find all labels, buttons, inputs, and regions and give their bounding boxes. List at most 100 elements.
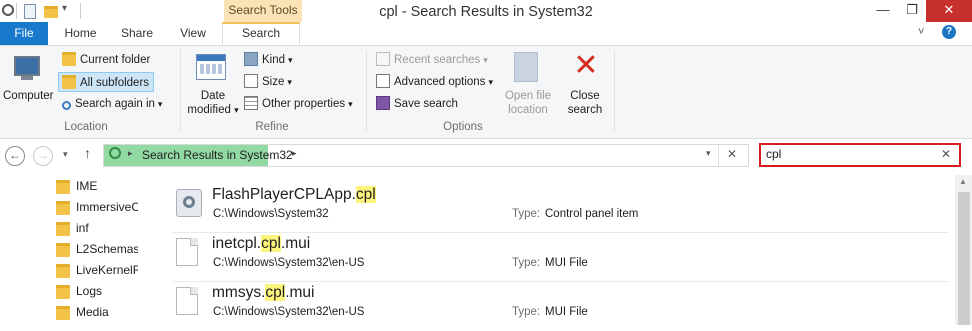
tree-item-label: L2Schemas <box>76 242 138 256</box>
group-separator <box>180 50 181 132</box>
tab-share[interactable]: Share <box>113 22 161 45</box>
computer-icon <box>14 56 40 76</box>
computer-button[interactable]: Computer <box>3 50 54 116</box>
close-search-icon: ✕ <box>573 49 599 82</box>
kind-icon <box>244 52 258 66</box>
size-label: Size <box>262 76 285 88</box>
other-properties-label: Other properties <box>262 98 346 110</box>
search-results-icon <box>109 147 121 159</box>
size-icon <box>244 74 258 88</box>
kind-button[interactable]: Kind ▾ <box>244 50 293 70</box>
tree-item[interactable]: LiveKernelR <box>0 260 155 283</box>
all-subfolders-label: All subfolders <box>80 77 150 89</box>
all-subfolders-button[interactable]: All subfolders <box>58 72 154 92</box>
title-bar: ▾ Search Tools cpl - Search Results in S… <box>0 0 972 24</box>
breadcrumb-chevron-icon[interactable]: ▸ <box>128 148 133 159</box>
other-properties-button[interactable]: Other properties ▾ <box>244 94 353 114</box>
tree-item[interactable]: Media <box>0 302 155 325</box>
back-button[interactable]: ← <box>5 146 25 166</box>
help-icon[interactable]: ? <box>942 25 956 39</box>
tab-search[interactable]: Search <box>222 22 300 45</box>
close-button[interactable]: ✕ <box>926 0 972 22</box>
tree-item-label: Media <box>76 305 109 319</box>
tree-item[interactable]: Logs <box>0 281 155 304</box>
date-modified-button[interactable]: Date modified ▾ <box>186 50 240 116</box>
result-type: MUI File <box>545 257 588 269</box>
tree-item-label: Logs <box>76 284 103 298</box>
result-path: C:\Windows\System32 <box>213 208 329 220</box>
recent-searches-icon <box>376 52 390 66</box>
close-search-button[interactable]: ✕ Close search <box>562 49 608 117</box>
address-bar[interactable]: ▸ Search Results in System32 ▸ ▾ ✕ <box>103 144 749 167</box>
advanced-options-button[interactable]: Advanced options ▾ <box>376 72 493 92</box>
stop-search-icon[interactable]: ✕ <box>727 147 737 161</box>
close-search-label-1: Close <box>570 90 600 102</box>
chevron-down-icon: ▾ <box>348 99 353 109</box>
search-again-in-button[interactable]: Search again in ▾ <box>59 94 165 114</box>
file-icon <box>176 238 198 266</box>
address-dropdown-icon[interactable]: ▾ <box>706 148 711 159</box>
scroll-up-icon[interactable]: ▲ <box>959 177 967 186</box>
result-type: Control panel item <box>545 208 639 220</box>
tree-item[interactable]: ImmersiveC <box>0 197 155 220</box>
folder-icon <box>56 180 70 194</box>
result-path: C:\Windows\System32\en-US <box>213 257 365 269</box>
save-icon <box>376 96 390 110</box>
group-separator <box>614 50 615 132</box>
tree-item-label: LiveKernelR <box>76 263 138 277</box>
divider <box>173 281 948 282</box>
result-type-label: Type: <box>512 208 541 220</box>
breadcrumb[interactable]: Search Results in System32 <box>142 148 293 162</box>
size-button[interactable]: Size ▾ <box>244 72 292 92</box>
address-separator <box>718 145 719 166</box>
search-input-value: cpl <box>766 147 782 161</box>
navigation-pane: IME ImmersiveC inf L2Schemas LiveKernelR Logs… <box>0 175 155 325</box>
result-type: MUI File <box>545 306 588 318</box>
maximize-button[interactable]: ❐ <box>897 0 927 22</box>
recent-locations-icon[interactable]: ▾ <box>63 149 68 160</box>
tree-item[interactable]: IME <box>0 176 155 199</box>
current-folder-button[interactable]: Current folder <box>59 50 153 70</box>
list-item[interactable]: inetcpl.cpl.mui C:\Windows\System32\en-U… <box>170 234 948 282</box>
search-input[interactable]: cpl ✕ <box>759 143 961 167</box>
tree-item-label: IME <box>76 179 98 193</box>
result-name: inetcpl.cpl.mui <box>212 235 311 252</box>
recent-searches-button[interactable]: Recent searches ▾ <box>376 50 488 70</box>
minimize-ribbon-icon[interactable]: ˅ <box>918 26 924 38</box>
search-again-in-label: Search again in <box>75 98 155 110</box>
tree-item-label: inf <box>76 221 89 235</box>
tab-file[interactable]: File <box>0 22 48 45</box>
folder-icon <box>56 243 70 257</box>
open-file-location-label-2: location <box>508 104 548 116</box>
tree-item[interactable]: L2Schemas <box>0 239 155 262</box>
advanced-options-icon <box>376 74 390 88</box>
minimize-button[interactable]: — <box>868 0 898 22</box>
group-label-options: Options <box>443 121 483 133</box>
clear-search-icon[interactable]: ✕ <box>941 147 951 161</box>
forward-button[interactable]: → <box>33 146 53 166</box>
open-file-location-label-1: Open file <box>504 90 552 102</box>
up-button[interactable]: ↑ <box>84 145 91 161</box>
result-name: mmsys.cpl.mui <box>212 284 315 301</box>
open-file-location-icon <box>514 52 538 82</box>
result-name: FlashPlayerCPLApp.cpl <box>212 186 376 203</box>
chevron-down-icon: ▾ <box>488 77 493 87</box>
breadcrumb-chevron-icon[interactable]: ▸ <box>292 148 297 159</box>
tab-view[interactable]: View <box>170 22 216 45</box>
folder-icon <box>56 306 70 320</box>
chevron-down-icon: ▾ <box>483 55 488 65</box>
list-item[interactable]: FlashPlayerCPLApp.cpl C:\Windows\System3… <box>170 185 948 233</box>
tab-home[interactable]: Home <box>58 22 103 45</box>
calendar-icon <box>196 54 226 80</box>
file-icon <box>176 287 198 315</box>
divider <box>173 232 948 233</box>
list-item[interactable]: mmsys.cpl.mui C:\Windows\System32\en-US … <box>170 283 948 331</box>
scrollbar-thumb[interactable] <box>958 192 970 325</box>
tree-item[interactable]: inf <box>0 218 155 241</box>
open-file-location-button[interactable]: Open file location <box>500 50 556 116</box>
recent-searches-label: Recent searches <box>394 54 481 66</box>
search-icon <box>62 101 71 110</box>
result-type-label: Type: <box>512 257 541 269</box>
advanced-options-label: Advanced options <box>394 76 486 88</box>
save-search-button[interactable]: Save search <box>376 94 458 114</box>
